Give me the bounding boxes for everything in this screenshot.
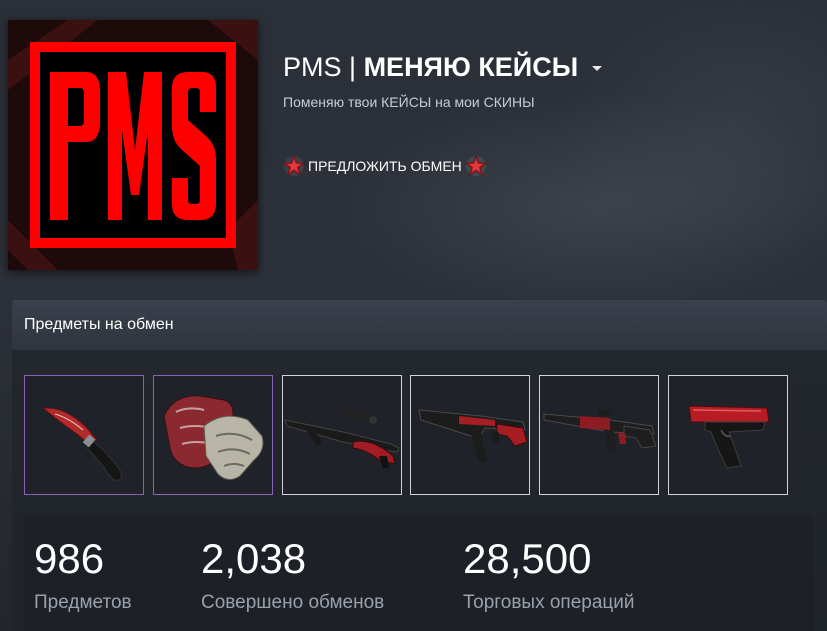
persona-main-name: МЕНЯЮ КЕЙСЫ <box>363 52 579 82</box>
profile-avatar[interactable] <box>8 20 258 270</box>
stat-completed-trades-value: 2,038 <box>201 535 307 582</box>
profile-summary: Поменяю твои КЕЙСЫ на мои СКИНЫ <box>283 94 535 110</box>
showcase-item-gloves[interactable] <box>153 375 273 495</box>
stat-completed-trades-label: Совершено обменов <box>201 592 385 613</box>
star-icon <box>464 154 488 178</box>
trade-offer-label: ПРЕДЛОЖИТЬ ОБМЕН <box>308 158 462 174</box>
persona-prefix: PMS <box>283 52 342 82</box>
showcase-header: Предметы на обмен <box>12 300 827 350</box>
showcase-item-knife[interactable] <box>24 375 144 495</box>
stat-items-label: Предметов <box>34 592 132 613</box>
assault-rifle-ak-icon <box>418 409 528 462</box>
star-icon <box>282 154 306 178</box>
pistol-icon <box>688 405 770 469</box>
sniper-rifle-icon <box>284 406 400 468</box>
trade-stats-panel <box>24 516 814 631</box>
gloves-icon <box>163 395 264 480</box>
trade-offer-link[interactable]: ПРЕДЛОЖИТЬ ОБМЕН <box>282 154 488 178</box>
showcase-item-ak-rifle[interactable] <box>410 375 530 495</box>
chevron-down-icon[interactable] <box>591 66 602 72</box>
showcase-item-m4-rifle[interactable] <box>539 375 659 495</box>
knife-icon <box>41 407 123 481</box>
persona-name[interactable]: PMS | МЕНЯЮ КЕЙСЫ <box>283 52 602 83</box>
showcase-title: Предметы на обмен <box>24 316 174 333</box>
stat-trade-operations-label: Торговых операций <box>463 592 635 613</box>
persona-separator: | <box>349 52 357 82</box>
showcase-item-pistol[interactable] <box>668 375 788 495</box>
showcase-item-sniper-rifle[interactable] <box>282 375 402 495</box>
pms-logo <box>8 20 258 270</box>
stat-items-value: 986 <box>34 535 105 582</box>
stat-trade-operations-value: 28,500 <box>463 535 592 582</box>
assault-rifle-m4-icon <box>543 410 657 452</box>
